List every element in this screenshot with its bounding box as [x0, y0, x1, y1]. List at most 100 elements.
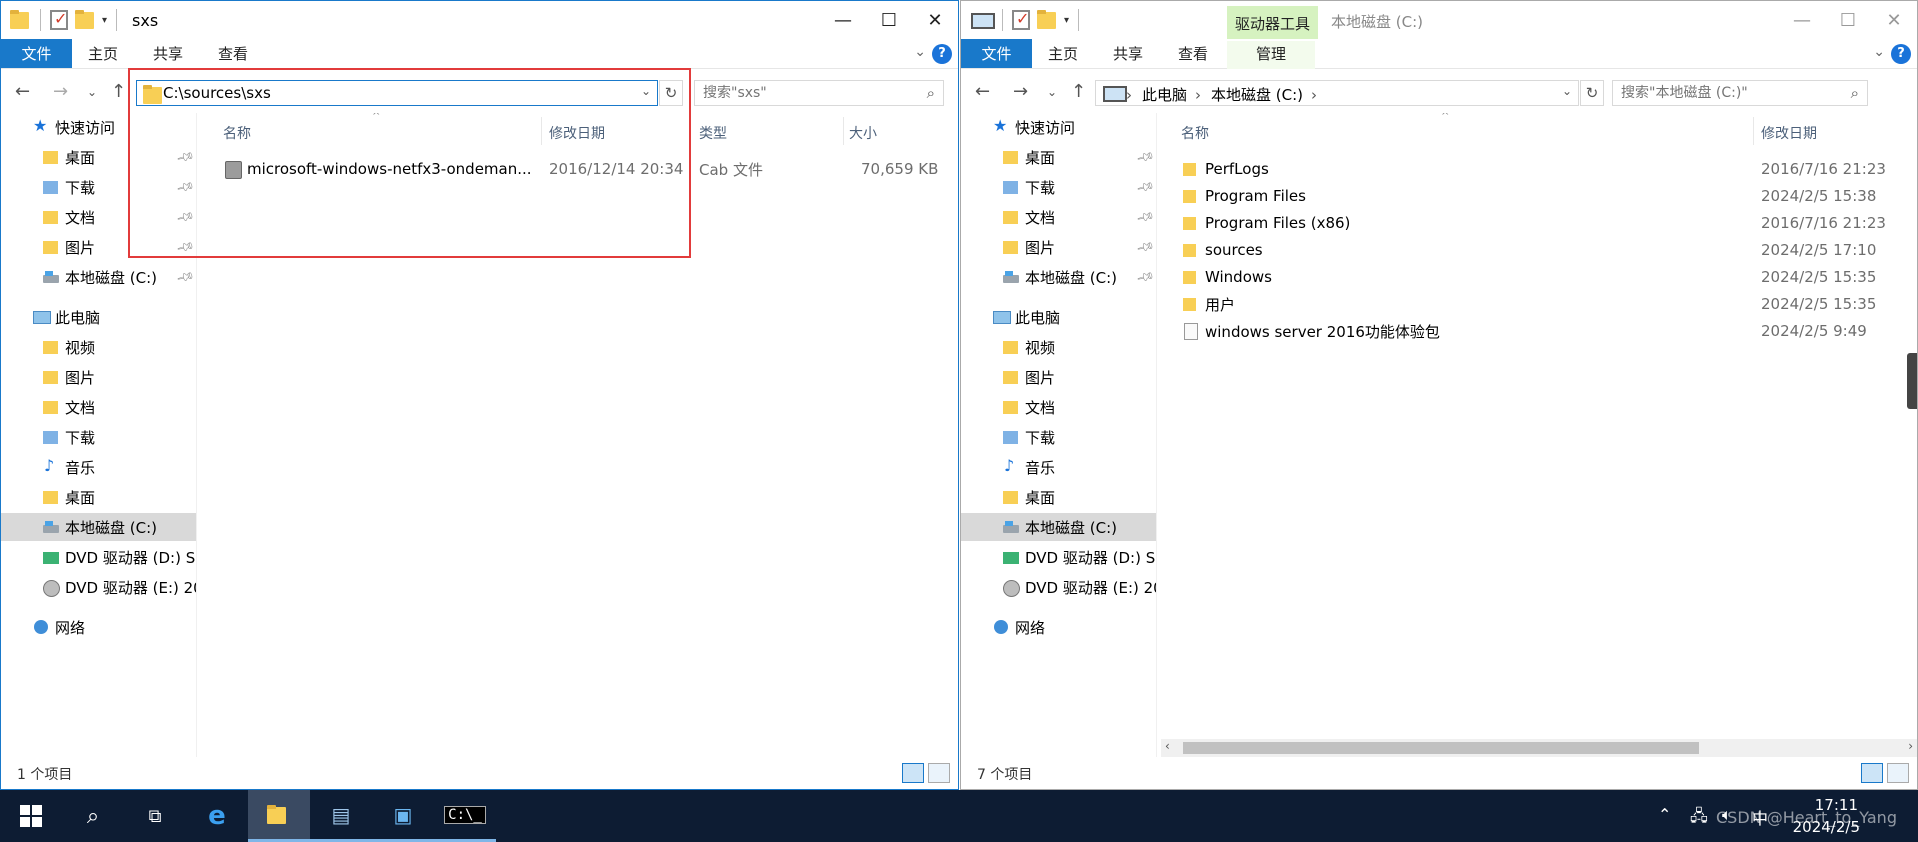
nav-item-local-disk-selected[interactable]: 本地磁盘 (C:) [961, 513, 1156, 541]
column-header-type[interactable]: 类型 [699, 123, 727, 143]
nav-item-local-disk-selected[interactable]: 本地磁盘 (C:) [1, 513, 196, 541]
nav-item-pictures[interactable]: 图片 [1003, 363, 1055, 391]
tab-view[interactable]: 查看 [1168, 41, 1218, 69]
address-input[interactable]: C:\sources\sxs [163, 84, 271, 102]
customize-toolbar-icon[interactable]: ▾ [102, 15, 107, 26]
scroll-left-icon[interactable]: ‹ [1165, 739, 1170, 753]
breadcrumb-local-disk[interactable]: 本地磁盘 (C:) [1211, 84, 1303, 105]
back-arrow-icon[interactable]: ← [15, 81, 30, 102]
forward-arrow-icon[interactable]: → [53, 81, 68, 102]
nav-quick-access[interactable]: 快速访问 [993, 113, 1075, 141]
address-bar[interactable]: C:\sources\sxs ⌄ [136, 80, 658, 106]
tab-file[interactable]: 文件 [1, 39, 72, 68]
nav-item-music[interactable]: 音乐 [43, 453, 95, 481]
horizontal-scrollbar[interactable]: ‹ › [1161, 739, 1917, 757]
nav-item-downloads[interactable]: 下载 [1003, 423, 1055, 451]
refresh-button[interactable]: ↻ [1580, 80, 1604, 106]
nav-item-desktop[interactable]: 桌面 📌︎ [1003, 143, 1155, 171]
up-arrow-icon[interactable]: ↑ [1071, 81, 1086, 102]
tab-home[interactable]: 主页 [1038, 41, 1088, 69]
file-row[interactable]: 用户 2024/2/5 15:35 [1183, 293, 1917, 315]
search-box[interactable]: ⌕ [1612, 80, 1868, 106]
file-row[interactable]: Program Files 2024/2/5 15:38 [1183, 185, 1917, 207]
file-row[interactable]: Windows 2024/2/5 15:35 [1183, 266, 1917, 288]
file-row[interactable]: microsoft-windows-netfx3-ondeman... 2016… [225, 158, 955, 180]
customize-toolbar-icon[interactable]: ▾ [1064, 15, 1069, 26]
forward-arrow-icon[interactable]: → [1013, 81, 1028, 102]
nav-network[interactable]: 网络 [993, 613, 1045, 641]
tab-home[interactable]: 主页 [78, 41, 128, 69]
back-arrow-icon[interactable]: ← [975, 81, 990, 102]
nav-item-desktop[interactable]: 桌面 [43, 483, 95, 511]
nav-item-dvd-e[interactable]: DVD 驱动器 (E:) 20 [1003, 573, 1156, 601]
large-icons-view-icon[interactable] [928, 763, 950, 783]
tab-manage[interactable]: 管理 [1227, 41, 1315, 69]
new-folder-icon[interactable] [74, 9, 96, 31]
nav-item-desktop[interactable]: 桌面 📌︎ [43, 143, 195, 171]
help-icon[interactable]: ? [932, 44, 952, 64]
maximize-button[interactable]: ☐ [1825, 1, 1871, 39]
address-dropdown-icon[interactable]: ⌄ [641, 84, 651, 98]
task-view-button[interactable]: ⧉ [124, 790, 186, 842]
chevron-right-icon[interactable]: › [1195, 86, 1201, 104]
details-view-icon[interactable] [902, 763, 924, 783]
file-row[interactable]: PerfLogs 2016/7/16 21:23 [1183, 158, 1917, 180]
nav-item-local-disk[interactable]: 本地磁盘 (C:) 📌︎ [1003, 263, 1155, 291]
taskbar-control-panel[interactable]: ▣ [372, 790, 434, 842]
nav-item-downloads[interactable]: 下载 [43, 423, 95, 451]
search-input[interactable] [695, 81, 943, 105]
maximize-button[interactable]: ☐ [866, 1, 912, 39]
nav-item-pictures[interactable]: 图片 📌︎ [1003, 233, 1155, 261]
nav-item-pictures[interactable]: 图片 📌︎ [43, 233, 195, 261]
up-arrow-icon[interactable]: ↑ [111, 81, 126, 102]
expand-ribbon-icon[interactable]: ⌄ [914, 44, 926, 60]
chevron-up-icon[interactable]: ⌃ [1658, 805, 1671, 824]
chevron-right-icon[interactable]: › [1126, 86, 1132, 104]
recent-locations-icon[interactable]: ⌄ [87, 85, 97, 99]
address-dropdown-icon[interactable]: ⌄ [1562, 84, 1572, 98]
search-input[interactable] [1613, 81, 1867, 105]
nav-item-dvd-d[interactable]: DVD 驱动器 (D:) SS [43, 543, 196, 571]
search-box[interactable]: ⌕ [694, 80, 944, 106]
help-icon[interactable]: ? [1891, 44, 1911, 64]
nav-item-downloads[interactable]: 下载 📌︎ [1003, 173, 1155, 201]
taskbar-internet-explorer[interactable]: e [186, 790, 248, 842]
breadcrumb-this-pc[interactable]: 此电脑 [1142, 84, 1187, 105]
recent-locations-icon[interactable]: ⌄ [1047, 85, 1057, 99]
minimize-button[interactable]: — [1779, 1, 1825, 39]
expand-ribbon-icon[interactable]: ⌄ [1873, 44, 1885, 60]
minimize-button[interactable]: — [820, 1, 866, 39]
nav-this-pc[interactable]: 此电脑 [993, 303, 1060, 331]
properties-icon[interactable] [1012, 9, 1030, 30]
details-view-icon[interactable] [1861, 763, 1883, 783]
nav-item-documents[interactable]: 文档 [43, 393, 95, 421]
nav-item-documents[interactable]: 文档 [1003, 393, 1055, 421]
scroll-right-icon[interactable]: › [1908, 739, 1913, 753]
close-button[interactable]: ✕ [912, 1, 958, 39]
tab-view[interactable]: 查看 [208, 41, 258, 69]
address-bar[interactable]: › 此电脑 › 本地磁盘 (C:) › ⌄ [1095, 80, 1579, 106]
nav-item-music[interactable]: 音乐 [1003, 453, 1055, 481]
scrollbar-thumb[interactable] [1183, 742, 1699, 754]
title-bar[interactable]: ▾ 驱动器工具 本地磁盘 (C:) — ☐ ✕ [961, 1, 1917, 39]
nav-item-pictures[interactable]: 图片 [43, 363, 95, 391]
column-divider[interactable] [1753, 117, 1754, 145]
close-button[interactable]: ✕ [1871, 1, 1917, 39]
taskbar-server-manager[interactable]: ▤ [310, 790, 372, 842]
column-header-name[interactable]: 名称 [223, 123, 251, 143]
title-bar[interactable]: ▾ sxs — ☐ ✕ [1, 1, 958, 39]
nav-item-documents[interactable]: 文档 📌︎ [43, 203, 195, 231]
taskbar-command-prompt[interactable]: C:\_ [434, 790, 496, 842]
chevron-right-icon[interactable]: › [1311, 86, 1317, 104]
refresh-button[interactable]: ↻ [659, 80, 683, 106]
tab-share[interactable]: 共享 [1103, 41, 1153, 69]
nav-quick-access[interactable]: 快速访问 [33, 113, 115, 141]
large-icons-view-icon[interactable] [1887, 763, 1909, 783]
nav-item-documents[interactable]: 文档 📌︎ [1003, 203, 1155, 231]
nav-this-pc[interactable]: 此电脑 [33, 303, 100, 331]
tab-share[interactable]: 共享 [143, 41, 193, 69]
column-divider[interactable] [541, 117, 542, 145]
new-folder-icon[interactable] [1036, 9, 1058, 31]
column-header-name[interactable]: 名称 [1181, 123, 1209, 143]
taskbar-file-explorer[interactable] [248, 790, 310, 842]
